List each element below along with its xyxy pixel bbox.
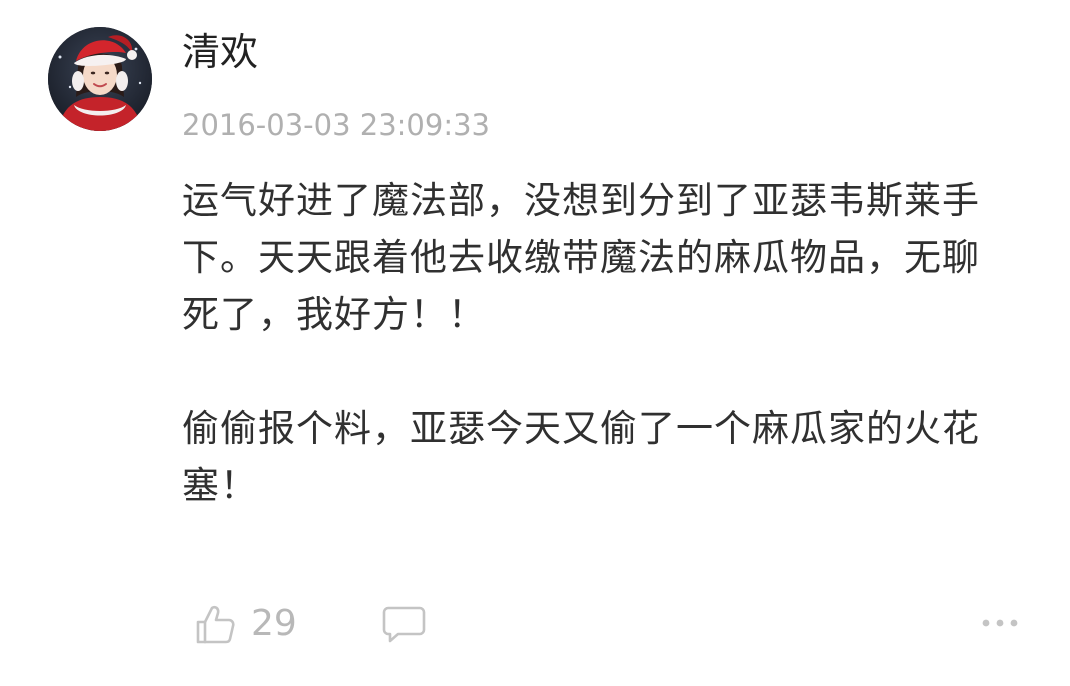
avatar-image <box>48 27 152 131</box>
comment-paragraph: 运气好进了魔法部，没想到分到了亚瑟韦斯莱手下。天天跟着他去收缴带魔法的麻瓜物品，… <box>182 179 980 336</box>
avatar[interactable] <box>48 27 152 131</box>
more-dots-icon <box>976 605 1024 641</box>
thumbs-up-icon <box>193 602 237 646</box>
username[interactable]: 清欢 <box>182 28 258 76</box>
like-button[interactable]: 29 <box>193 598 297 650</box>
speech-bubble-icon <box>380 600 428 648</box>
reply-button[interactable] <box>380 600 428 648</box>
comment-body: 运气好进了魔法部，没想到分到了亚瑟韦斯莱手下。天天跟着他去收缴带魔法的麻瓜物品，… <box>182 172 1012 514</box>
more-button[interactable] <box>976 605 1024 641</box>
like-count: 29 <box>251 603 297 644</box>
comment-card: 清欢 2016-03-03 23:09:33 运气好进了魔法部，没想到分到了亚瑟… <box>0 0 1070 686</box>
comment-timestamp: 2016-03-03 23:09:33 <box>182 108 490 142</box>
comment-paragraph: 偷偷报个料，亚瑟今天又偷了一个麻瓜家的火花塞！ <box>182 407 980 507</box>
